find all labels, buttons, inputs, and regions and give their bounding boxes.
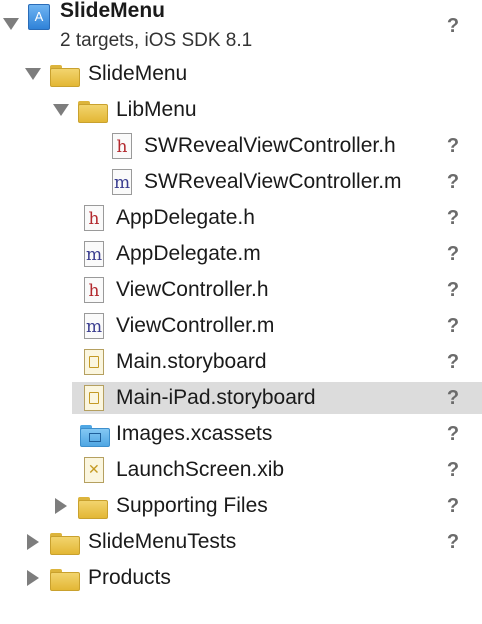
tree-row-label: Products <box>88 566 171 589</box>
folder-icon <box>78 497 108 519</box>
tree-row-viewcontroller-h[interactable]: h ViewController.h ? <box>0 272 482 308</box>
tree-row-main-ipad-storyboard[interactable]: Main-iPad.storyboard ? <box>0 380 482 416</box>
tree-row-label: SlideMenu <box>88 62 188 85</box>
tree-row-label: LaunchScreen.xib <box>116 458 285 481</box>
tree-row-viewcontroller-m[interactable]: m ViewController.m ? <box>0 308 482 344</box>
tree-row-label: Main-iPad.storyboard <box>116 386 316 409</box>
tree-row-launchscreen-xib[interactable]: ✕ LaunchScreen.xib ? <box>0 452 482 488</box>
tree-row-label: SlideMenuTests <box>88 530 237 553</box>
tree-row-appdelegate-h[interactable]: h AppDelegate.h ? <box>0 200 482 236</box>
storyboard-file-icon <box>84 385 104 411</box>
project-row[interactable]: A SlideMenu 2 targets, iOS SDK 8.1 ? <box>0 0 482 56</box>
disclosure-open-icon[interactable] <box>3 18 19 30</box>
tree-row-products[interactable]: Products <box>0 560 482 596</box>
source-control-status: ? <box>446 207 460 229</box>
tree-row-label: Images.xcassets <box>116 422 273 445</box>
source-control-status: ? <box>446 315 460 337</box>
tree-row-label: Supporting Files <box>116 494 268 517</box>
source-file-icon: m <box>112 169 132 195</box>
source-control-status: ? <box>446 423 460 445</box>
disclosure-open-icon[interactable] <box>25 68 41 80</box>
tree-row-swrevealviewcontroller-h[interactable]: h SWRevealViewController.h ? <box>0 128 482 164</box>
source-control-status: ? <box>446 387 460 409</box>
source-control-status: ? <box>446 531 460 553</box>
disclosure-closed-icon[interactable] <box>27 534 39 550</box>
disclosure-closed-icon[interactable] <box>27 570 39 586</box>
source-control-status: ? <box>446 459 460 481</box>
tree-row-slidemenutests[interactable]: SlideMenuTests ? <box>0 524 482 560</box>
disclosure-closed-icon[interactable] <box>55 498 67 514</box>
source-control-status: ? <box>446 15 460 37</box>
folder-icon <box>50 533 80 555</box>
tree-row-label: ViewController.h <box>116 278 269 301</box>
project-subtitle: 2 targets, iOS SDK 8.1 <box>60 30 253 51</box>
tree-row-label: SWRevealViewController.h <box>144 134 396 157</box>
header-file-icon: h <box>84 277 104 303</box>
tree-row-appdelegate-m[interactable]: m AppDelegate.m ? <box>0 236 482 272</box>
tree-row-supporting-files[interactable]: Supporting Files ? <box>0 488 482 524</box>
source-control-status: ? <box>446 171 460 193</box>
tree-row-images-xcassets[interactable]: Images.xcassets ? <box>0 416 482 452</box>
tree-row-label: LibMenu <box>116 98 197 121</box>
tree-row-label: AppDelegate.m <box>116 242 261 265</box>
source-control-status: ? <box>446 279 460 301</box>
source-file-icon: m <box>84 313 104 339</box>
asset-catalog-icon <box>80 425 110 447</box>
xcode-project-icon: A <box>28 4 50 30</box>
folder-icon <box>50 569 80 591</box>
tree-row-label: Main.storyboard <box>116 350 267 373</box>
source-control-status: ? <box>446 495 460 517</box>
source-file-icon: m <box>84 241 104 267</box>
folder-icon <box>78 101 108 123</box>
storyboard-file-icon <box>84 349 104 375</box>
disclosure-open-icon[interactable] <box>53 104 69 116</box>
tree-row-main-storyboard[interactable]: Main.storyboard ? <box>0 344 482 380</box>
tree-row-label: ViewController.m <box>116 314 275 337</box>
tree-row-label: AppDelegate.h <box>116 206 255 229</box>
source-control-status: ? <box>446 243 460 265</box>
folder-icon <box>50 65 80 87</box>
source-control-status: ? <box>446 135 460 157</box>
xib-file-icon: ✕ <box>84 457 104 483</box>
header-file-icon: h <box>112 133 132 159</box>
tree-row-label: SWRevealViewController.m <box>144 170 402 193</box>
source-control-status: ? <box>446 351 460 373</box>
tree-row-slidemenu-group[interactable]: SlideMenu <box>0 56 482 92</box>
tree-row-libmenu-group[interactable]: LibMenu <box>0 92 482 128</box>
header-file-icon: h <box>84 205 104 231</box>
project-navigator: A SlideMenu 2 targets, iOS SDK 8.1 ? Sli… <box>0 0 482 624</box>
tree-row-swrevealviewcontroller-m[interactable]: m SWRevealViewController.m ? <box>0 164 482 200</box>
